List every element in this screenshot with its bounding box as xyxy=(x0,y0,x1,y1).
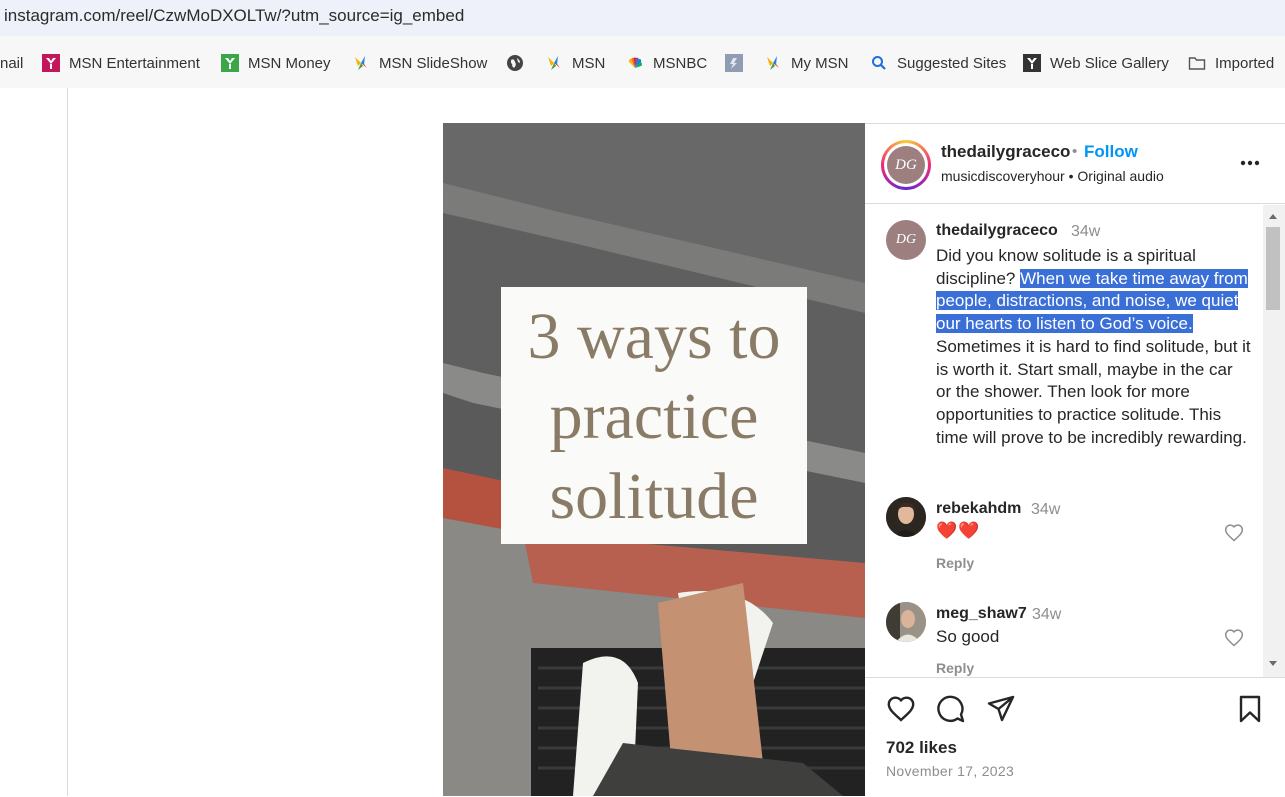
comment-username[interactable]: meg_shaw7 xyxy=(936,605,1027,623)
url-text[interactable]: instagram.com/reel/CzwMoDXOLTw/?utm_sour… xyxy=(4,6,464,26)
post-caption: Did you know solitude is a spiritual dis… xyxy=(936,246,1251,447)
msn-money-icon xyxy=(221,54,239,72)
favorite-msn-slideshow[interactable]: MSN SlideShow xyxy=(352,52,487,74)
reply-button[interactable]: Reply xyxy=(936,660,974,676)
comment-like-heart-icon[interactable] xyxy=(1224,523,1244,543)
avatar[interactable] xyxy=(886,497,926,537)
favorite-web-slice-gallery[interactable]: Web Slice Gallery xyxy=(1023,52,1169,74)
address-bar[interactable]: instagram.com/reel/CzwMoDXOLTw/?utm_sour… xyxy=(0,0,1285,36)
caption-username[interactable]: thedailygraceco xyxy=(936,222,1058,240)
comment-bubble-icon[interactable] xyxy=(936,694,966,724)
favorite-msn-entertainment[interactable]: MSN Entertainment xyxy=(42,52,200,74)
like-heart-icon[interactable] xyxy=(886,694,916,724)
reel-title-line: practice xyxy=(549,380,759,453)
more-options-icon[interactable] xyxy=(1239,148,1261,178)
avatar[interactable] xyxy=(886,602,926,642)
scrollbar-thumb[interactable] xyxy=(1266,227,1280,310)
post-side-panel: DG thedailygraceco • Follow musicdiscove… xyxy=(865,123,1285,797)
web-slice-thumbnail-icon xyxy=(725,54,743,72)
comments-list[interactable]: DG thedailygraceco 34w Did you know soli… xyxy=(865,205,1263,677)
follow-button[interactable]: Follow xyxy=(1084,142,1138,162)
comment-time[interactable]: 34w xyxy=(1031,501,1060,519)
reel-title-card: 3 ways to practice solitude xyxy=(501,287,807,544)
reel-title-line: solitude xyxy=(549,460,759,533)
scroll-up-arrow-icon[interactable] xyxy=(1267,211,1279,223)
web-slice-gallery-icon xyxy=(1023,54,1041,72)
favorite-msn-money[interactable]: MSN Money xyxy=(221,52,331,74)
comment-time[interactable]: 34w xyxy=(1032,606,1061,624)
avatar: DG xyxy=(887,146,925,184)
audio-attribution[interactable]: musicdiscoveryhour • Original audio xyxy=(941,168,1164,184)
favorite-suggested-sites[interactable]: Suggested Sites xyxy=(870,52,1006,74)
post-author-username[interactable]: thedailygraceco xyxy=(941,142,1070,162)
likes-count[interactable]: 702 likes xyxy=(886,738,957,758)
share-send-icon[interactable] xyxy=(986,694,1016,724)
peacock-icon xyxy=(626,54,644,72)
avatar[interactable]: DG xyxy=(886,220,926,260)
separator-dot: • xyxy=(1072,143,1078,160)
comment-like-heart-icon[interactable] xyxy=(1224,628,1244,648)
reel-title-line: 3 ways to xyxy=(527,300,781,373)
reply-button[interactable]: Reply xyxy=(936,555,974,571)
favorite-mail[interactable]: nail xyxy=(0,52,23,74)
folder-icon xyxy=(1188,54,1206,72)
favorite-msn[interactable]: MSN xyxy=(545,52,605,74)
comment-text: ❤️❤️ xyxy=(936,521,981,540)
post-date[interactable]: November 17, 2023 xyxy=(886,763,1014,779)
favorite-imported[interactable]: Imported xyxy=(1188,52,1274,74)
favorite-msnbc[interactable]: MSNBC xyxy=(626,52,707,74)
scroll-down-arrow-icon[interactable] xyxy=(1267,657,1279,669)
msn-butterfly-icon xyxy=(764,54,782,72)
favorite-my-msn[interactable]: My MSN xyxy=(764,52,849,74)
msn-butterfly-icon xyxy=(545,54,563,72)
globe-icon xyxy=(506,54,524,72)
favorites-bar: nail MSN Entertainment MSN Money MSN Sli… xyxy=(0,36,1285,88)
save-bookmark-icon[interactable] xyxy=(1235,694,1265,724)
msn-entertainment-icon xyxy=(42,54,60,72)
msn-butterfly-icon xyxy=(352,54,370,72)
reel-video[interactable]: 3 ways to practice solitude xyxy=(443,123,865,796)
caption-time[interactable]: 34w xyxy=(1071,223,1100,241)
story-ring[interactable]: DG xyxy=(881,140,931,190)
comments-scrollbar[interactable] xyxy=(1263,205,1285,677)
comment-username[interactable]: rebekahdm xyxy=(936,500,1021,518)
favorite-globe[interactable] xyxy=(506,52,533,74)
post-actions: 702 likes November 17, 2023 xyxy=(865,677,1285,797)
page-divider xyxy=(67,88,68,796)
post-header: DG thedailygraceco • Follow musicdiscove… xyxy=(865,124,1285,204)
favorite-web-slice-thumbnail[interactable] xyxy=(725,52,752,74)
search-icon xyxy=(870,54,888,72)
comment-text: So good xyxy=(936,627,1000,646)
